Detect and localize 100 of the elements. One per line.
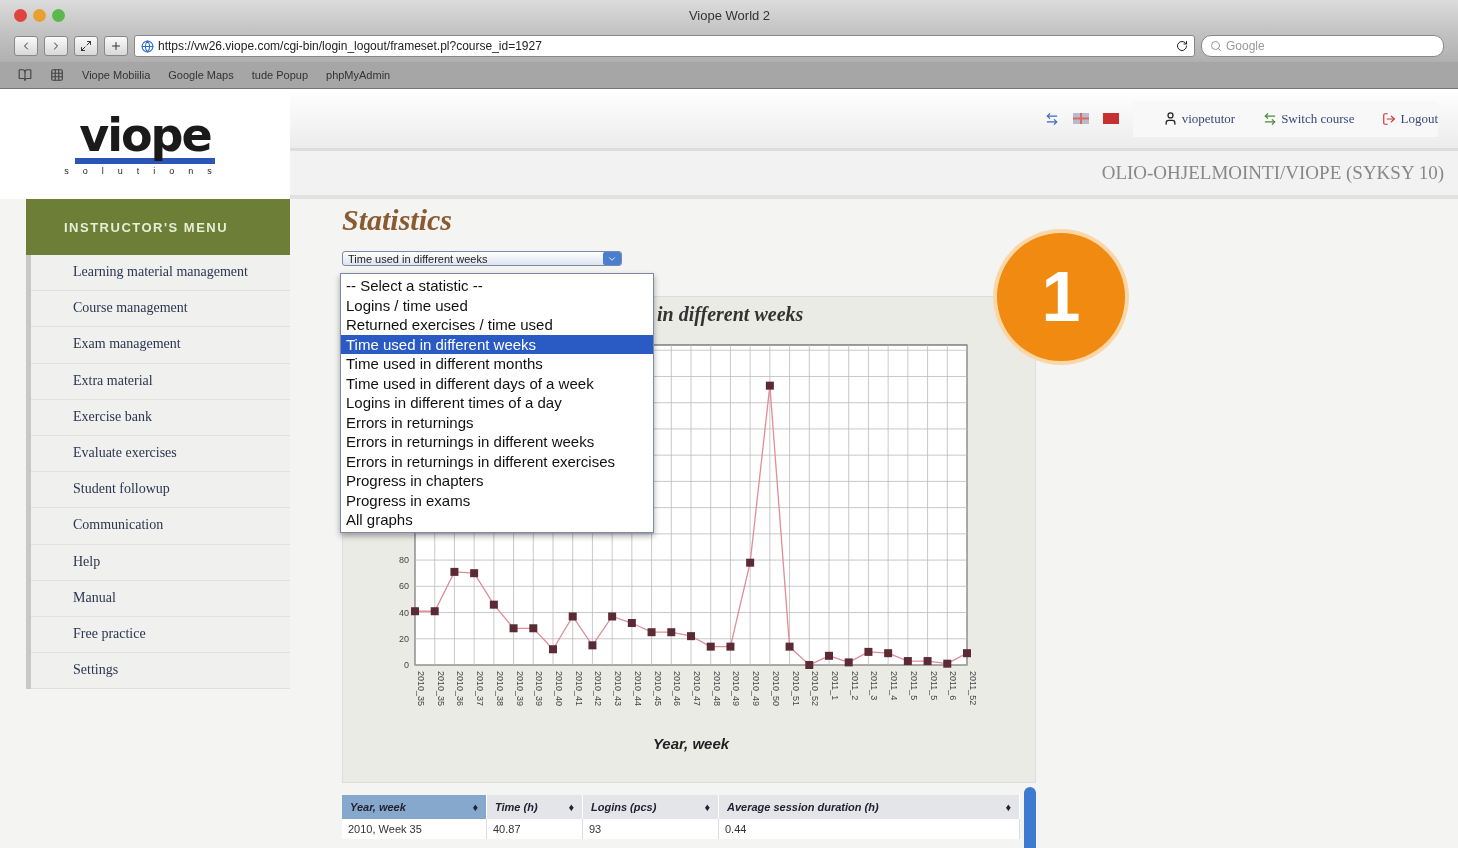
column-header[interactable]: Logins (pcs) ♦ xyxy=(583,795,719,819)
menu-item[interactable]: Communication xyxy=(31,508,290,545)
data-point xyxy=(489,600,498,609)
dropdown-option[interactable]: Time used in different months xyxy=(341,354,653,374)
dropdown-option[interactable]: Progress in chapters xyxy=(341,471,653,491)
x-tick-label: 2011_52 xyxy=(968,671,978,706)
reload-icon[interactable] xyxy=(1176,40,1188,52)
x-tick-label: 2011_4 xyxy=(889,671,900,701)
menu-item[interactable]: Learning material management xyxy=(31,255,290,292)
x-tick-label: 2010_47 xyxy=(692,671,702,707)
dropdown-option[interactable]: -- Select a statistic -- xyxy=(341,276,653,296)
x-tick-label: 2010_39 xyxy=(534,671,545,707)
y-tick-label: 0 xyxy=(404,660,409,670)
globe-icon xyxy=(141,39,154,53)
data-point xyxy=(785,642,794,651)
add-bookmark-button[interactable] xyxy=(104,36,128,56)
grid-icon[interactable] xyxy=(50,68,64,82)
x-tick-label: 2010_42 xyxy=(593,671,604,707)
search-icon xyxy=(1210,40,1222,52)
x-tick-label: 2011_2 xyxy=(849,671,860,701)
bookmark-link[interactable]: tude Popup xyxy=(251,69,308,81)
back-button[interactable] xyxy=(14,36,38,56)
data-point xyxy=(430,607,439,616)
dropdown-option[interactable]: Logins / time used xyxy=(341,295,653,315)
dropdown-option[interactable]: All graphs xyxy=(341,510,653,530)
data-point xyxy=(963,649,971,658)
book-icon[interactable] xyxy=(18,68,32,82)
dropdown-option[interactable]: Progress in exams xyxy=(341,490,653,510)
x-tick-label: 2010_49 xyxy=(731,671,742,707)
flag-icon[interactable] xyxy=(1102,113,1119,125)
bookmark-link[interactable]: Google Maps xyxy=(168,69,234,81)
dropdown-option[interactable]: Errors in returnings in different exercises xyxy=(341,451,653,471)
address-bar[interactable]: https://vw26.viope.com/cgi-bin/login_logout/frameset.pl?course_id=1927 xyxy=(134,35,1195,57)
data-point xyxy=(923,657,932,666)
data-point xyxy=(943,659,952,668)
dropdown-option[interactable]: Logins in different times of a day xyxy=(341,393,653,413)
data-point xyxy=(549,645,557,654)
data-point xyxy=(687,632,695,641)
sort-icon: ♦ xyxy=(568,801,574,813)
y-tick-label: 80 xyxy=(399,555,409,566)
menu-item[interactable]: Free practice xyxy=(31,616,290,654)
data-point xyxy=(568,612,577,621)
x-tick-label: 2010_35 xyxy=(416,671,426,707)
uk-flag-icon[interactable] xyxy=(1072,113,1089,125)
user-link[interactable]: viopetutor xyxy=(1162,110,1236,127)
page-title: Statistics xyxy=(342,203,454,237)
y-tick-label: 60 xyxy=(399,581,409,592)
x-tick-label: 2010_39 xyxy=(514,671,525,707)
menu-item[interactable]: Settings xyxy=(31,653,290,690)
dropdown-option[interactable]: Time used in different days of a week xyxy=(341,373,653,393)
x-tick-label: 2010_44 xyxy=(632,671,643,707)
logo-wordmark: viope xyxy=(75,112,215,164)
data-point xyxy=(667,628,676,637)
y-tick-label: 20 xyxy=(399,633,409,644)
scrollbar[interactable] xyxy=(1024,787,1036,848)
x-tick-label: 2010_41 xyxy=(573,671,584,707)
forward-button[interactable] xyxy=(44,36,68,56)
bookmark-link[interactable]: phpMyAdmin xyxy=(326,69,391,81)
data-point xyxy=(884,649,893,658)
statistic-select[interactable]: Time used in different weeks xyxy=(342,251,622,266)
dropdown-option[interactable]: Time used in different weeks xyxy=(341,334,653,354)
bookmark-link[interactable]: Viope Mobiilia xyxy=(82,69,151,81)
menu-item[interactable]: Exam management xyxy=(31,327,290,364)
x-tick-label: 2010_52 xyxy=(810,671,821,707)
menu-item[interactable]: Exercise bank xyxy=(31,399,290,436)
menu-item[interactable]: Course management xyxy=(31,291,290,328)
data-point xyxy=(411,607,419,616)
x-tick-label: 2010_51 xyxy=(790,671,801,707)
y-tick-label: 40 xyxy=(399,607,409,618)
data-point xyxy=(627,619,636,628)
window-title: Viope World 2 xyxy=(688,7,771,23)
x-tick-label: 2010_43 xyxy=(613,671,624,707)
column-header[interactable]: Year, week ♦ xyxy=(342,795,487,819)
data-point xyxy=(529,624,538,633)
switch-course-link[interactable]: Switch course xyxy=(1263,110,1355,127)
x-tick-label: 2011_5 xyxy=(908,671,919,701)
menu-item[interactable]: Extra material xyxy=(31,363,290,400)
logout-link[interactable]: Logout xyxy=(1382,110,1438,127)
data-point xyxy=(608,612,617,621)
close-button[interactable] xyxy=(14,8,27,22)
language-arrow-icon[interactable] xyxy=(1044,111,1059,126)
data-point xyxy=(588,641,597,650)
dropdown-option[interactable]: Errors in returnings xyxy=(341,412,653,432)
data-point xyxy=(706,642,715,651)
column-header[interactable]: Time (h) ♦ xyxy=(487,795,583,819)
data-point xyxy=(844,658,853,667)
column-header[interactable]: Average session duration (h) ♦ xyxy=(719,795,1020,819)
x-tick-label: 2010_49 xyxy=(751,671,762,707)
dropdown-option[interactable]: Returned exercises / time used xyxy=(341,315,653,335)
x-tick-label: 2010_46 xyxy=(672,671,683,707)
fullscreen-button[interactable] xyxy=(74,36,98,56)
url-text: https://vw26.viope.com/cgi-bin/login_logout/frameset.pl?course_id=1927 xyxy=(158,39,542,53)
menu-item[interactable]: Student followup xyxy=(31,472,290,509)
dropdown-option[interactable]: Errors in returnings in different weeks xyxy=(341,432,653,452)
switch-arrows-icon xyxy=(1263,111,1278,126)
data-point xyxy=(746,558,755,567)
zoom-button[interactable] xyxy=(52,8,65,22)
menu-item[interactable]: Help xyxy=(31,544,290,581)
menu-item[interactable]: Evaluate exercises xyxy=(31,435,290,473)
menu-item[interactable]: Manual xyxy=(31,580,290,617)
